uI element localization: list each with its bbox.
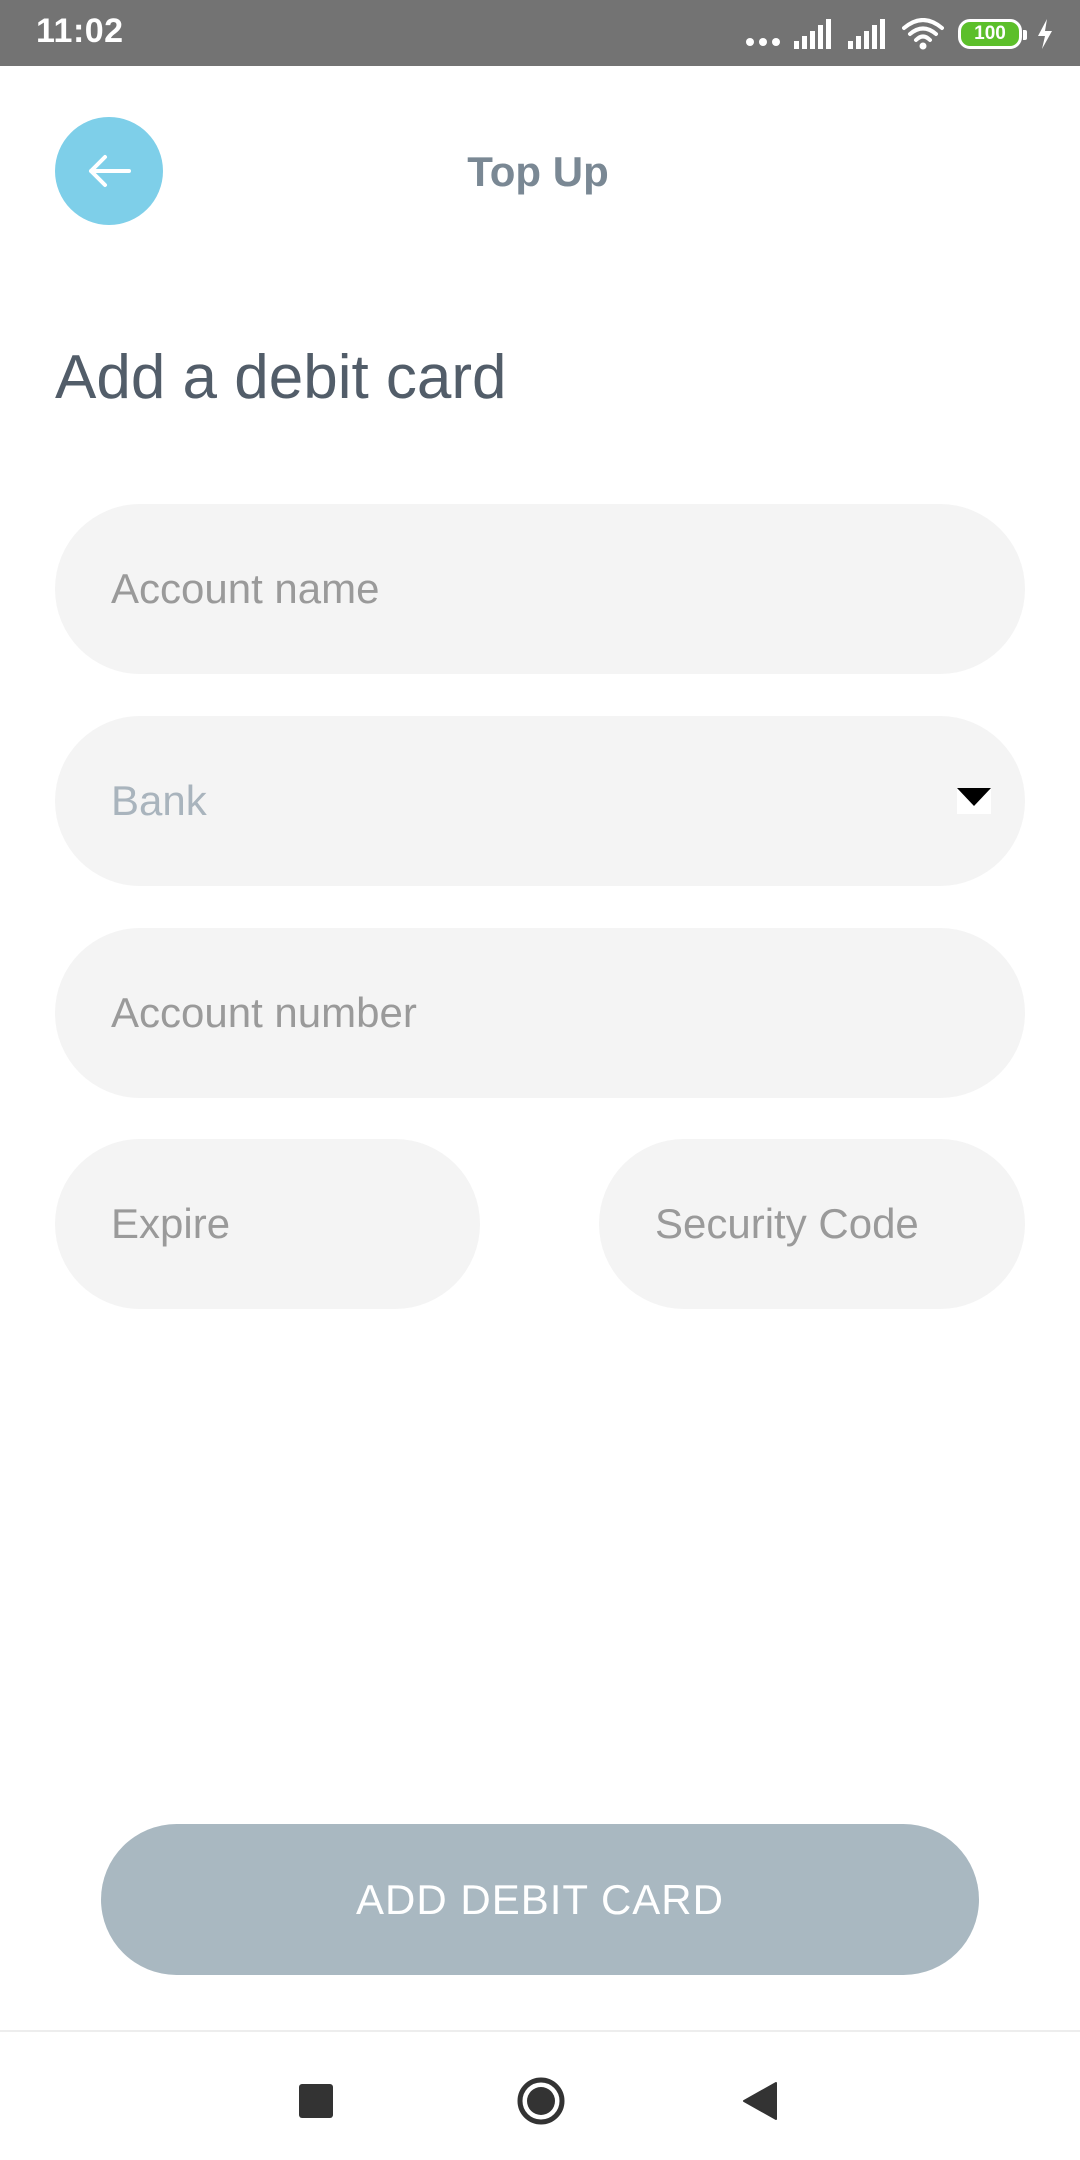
account-name-field[interactable]: Account name xyxy=(55,504,1025,674)
battery-level: 100 xyxy=(974,23,1006,44)
chevron-down-icon xyxy=(957,788,991,814)
account-number-placeholder: Account number xyxy=(111,989,417,1036)
add-debit-card-button[interactable]: ADD DEBIT CARD xyxy=(101,1824,979,1975)
expire-placeholder: Expire xyxy=(111,1200,231,1247)
account-number-field[interactable]: Account number xyxy=(55,928,1025,1098)
circle-icon[interactable] xyxy=(516,2076,566,2126)
security-code-placeholder: Security Code xyxy=(655,1200,919,1247)
status-bar: 11:02 100 xyxy=(0,0,1080,66)
status-time: 11:02 xyxy=(36,12,124,50)
battery-icon: 100 xyxy=(958,19,1027,49)
signal-icon xyxy=(794,19,831,49)
triangle-back-icon[interactable] xyxy=(742,2081,778,2121)
expire-field[interactable]: Expire xyxy=(55,1139,480,1309)
page-title: Top Up xyxy=(467,148,609,195)
section-heading: Add a debit card xyxy=(55,343,507,412)
security-code-field[interactable]: Security Code xyxy=(599,1139,1025,1309)
bank-placeholder: Bank xyxy=(111,777,207,824)
status-icons: 100 xyxy=(746,14,1054,54)
signal-icon xyxy=(848,19,885,49)
account-name-placeholder: Account name xyxy=(111,565,380,612)
wifi-icon xyxy=(902,18,944,50)
bank-select[interactable]: Bank xyxy=(55,716,1025,886)
system-nav-bar xyxy=(0,2030,1080,2160)
charging-icon xyxy=(1038,19,1052,49)
more-dots-icon xyxy=(746,22,780,46)
square-icon[interactable] xyxy=(299,2084,333,2118)
